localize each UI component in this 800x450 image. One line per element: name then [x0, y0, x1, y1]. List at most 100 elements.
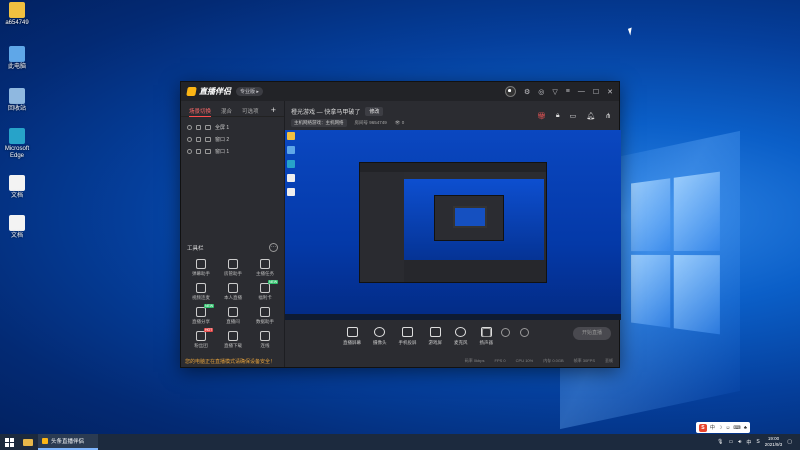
maximize-icon[interactable]: ☐: [593, 88, 599, 96]
bottom-tool-label: 游戏屏: [428, 340, 443, 345]
avatar[interactable]: [504, 86, 516, 97]
tool-icon: [228, 307, 238, 317]
edit-title-button[interactable]: 修改: [365, 107, 384, 116]
tool-item[interactable]: HOT 粉丝团: [185, 328, 217, 349]
app-taskbar-icon: [42, 438, 48, 444]
network-icon[interactable]: ▭: [728, 439, 733, 445]
tool-item[interactable]: 数据助手: [249, 307, 281, 325]
tool-icon: [228, 259, 238, 269]
phone-screen-icon: [402, 327, 413, 337]
skin-icon[interactable]: ◎: [538, 88, 544, 96]
tool-item[interactable]: 直播间: [217, 307, 249, 325]
window-icon: [205, 148, 211, 154]
tool-item[interactable]: 连线: [249, 331, 281, 349]
sidebar-tip: 您的电脑正在直播模式请确保设备安全！: [185, 359, 276, 365]
notification-icon[interactable]: ▢: [787, 439, 792, 445]
settings-icon[interactable]: ⚙: [524, 88, 530, 96]
category-selector[interactable]: 主机网络游戏：主机网络: [291, 119, 347, 127]
tool-label: 本人直播: [224, 295, 242, 300]
start-button[interactable]: [0, 434, 18, 450]
lock-icon[interactable]: 🔒︎: [556, 112, 560, 120]
more-tools-button[interactable]: ···: [269, 243, 278, 252]
lock-icon[interactable]: [196, 124, 201, 130]
scene-label: 全屏 1: [215, 124, 230, 131]
settings-gear-icon[interactable]: [520, 328, 529, 337]
toolbox-title: 工具栏: [187, 245, 204, 252]
desktop-icon-label: 文档: [10, 233, 23, 239]
tool-item[interactable]: 本人直播: [217, 283, 249, 301]
eye-icon[interactable]: [187, 124, 192, 130]
status-item: 内存 0.0GB: [543, 358, 564, 363]
mic-tray-icon[interactable]: 🎙︎: [717, 439, 723, 445]
close-icon[interactable]: ✕: [607, 88, 613, 96]
screen-capture-button[interactable]: 直播屏幕: [343, 327, 361, 346]
camera-icon: [374, 327, 386, 337]
start-live-button[interactable]: 开始直播: [573, 327, 611, 340]
tool-item[interactable]: 主播任务: [249, 259, 281, 277]
file-explorer-icon[interactable]: [18, 434, 38, 450]
tool-label: 直播下载: [224, 343, 242, 348]
taskbar: 头条直播伴侣 🎙︎ ▭ 🔊︎ 中 S 19:00 2021/9/3 ▢: [0, 434, 800, 450]
tool-item[interactable]: 房管助手: [217, 259, 249, 277]
mouse-cursor: [627, 27, 635, 36]
minimize-icon[interactable]: —: [578, 88, 585, 95]
mic-button[interactable]: 麦克风: [454, 327, 468, 346]
desktop-icon[interactable]: 回收站: [2, 88, 32, 113]
desktop-icon-label: 回收站: [7, 106, 26, 112]
tab-options[interactable]: 可选项: [242, 107, 259, 116]
comment-icon[interactable]: ▭: [570, 112, 577, 120]
tool-item[interactable]: 直播下载: [217, 331, 249, 349]
desktop-icon[interactable]: 文档: [2, 175, 32, 200]
clock[interactable]: 19:00 2021/9/3: [765, 436, 783, 448]
taskbar-app-label: 头条直播伴侣: [51, 439, 85, 445]
ime-mode[interactable]: 中: [710, 424, 715, 431]
hamburger-icon[interactable]: ≡: [566, 88, 570, 95]
tool-item[interactable]: NEW 直播分享: [185, 304, 217, 325]
sogou-tray-icon[interactable]: S: [756, 439, 759, 445]
tool-label: 视频连麦: [192, 295, 210, 300]
lock-icon[interactable]: [196, 148, 201, 154]
share-icon[interactable]: ⋔: [605, 112, 611, 120]
skin-icon[interactable]: ♣: [744, 425, 747, 431]
beauty-icon[interactable]: [501, 328, 510, 337]
moon-icon[interactable]: ☽: [718, 425, 722, 431]
scene-item[interactable]: 窗口 1: [181, 145, 284, 157]
desktop-icon[interactable]: Microsoft Edge: [2, 128, 32, 160]
tool-label: 连线: [260, 343, 270, 348]
status-item: FPS 0: [494, 358, 506, 363]
camera-button[interactable]: 摄像头: [373, 327, 387, 346]
emoji-icon[interactable]: ☺: [725, 425, 730, 431]
desktop-icon[interactable]: 文档: [2, 215, 32, 240]
add-scene-button[interactable]: +: [271, 106, 276, 116]
tool-label: 粉丝团: [194, 343, 208, 348]
gift-icon[interactable]: 🎁︎: [537, 112, 546, 120]
live-preview[interactable]: [285, 130, 621, 320]
game-button[interactable]: 游戏屏: [428, 327, 443, 346]
phone-screen-button[interactable]: 手机投屏: [399, 327, 417, 346]
title-bar[interactable]: 直播伴侣 专业版 ▸ ⚙ ◎ ▽ ≡ — ☐ ✕: [181, 82, 619, 101]
lock-icon[interactable]: [196, 136, 201, 142]
scene-item[interactable]: 窗口 2: [181, 133, 284, 145]
app-title: 直播伴侣: [199, 87, 231, 96]
tool-item[interactable]: 视频连麦: [185, 283, 217, 301]
volume-icon[interactable]: 🔊︎: [738, 439, 741, 445]
tab-scenes[interactable]: 场景切换: [189, 107, 212, 117]
edition-badge[interactable]: 专业版 ▸: [236, 87, 263, 96]
tool-item[interactable]: NEW 福利卡: [249, 280, 281, 301]
bell-icon[interactable]: 🔔︎: [586, 112, 595, 120]
tool-icon: [228, 283, 238, 293]
ime-toolbar[interactable]: S 中 ☽ ☺ ⌨ ♣: [695, 422, 750, 433]
menu-icon[interactable]: ▽: [552, 88, 557, 96]
eye-icon[interactable]: [187, 136, 192, 142]
record-icon[interactable]: [482, 328, 491, 337]
tab-mix[interactable]: 混合: [221, 107, 232, 116]
eye-icon[interactable]: [187, 148, 192, 154]
taskbar-app-item[interactable]: 头条直播伴侣: [38, 434, 98, 450]
ime-tray[interactable]: 中: [746, 439, 751, 446]
tool-item[interactable]: 弹幕助手: [185, 259, 217, 277]
desktop-icon[interactable]: 此电脑: [2, 46, 32, 71]
desktop-icon[interactable]: a654749: [2, 2, 32, 27]
scene-item[interactable]: 全屏 1: [181, 121, 284, 133]
keyboard-icon[interactable]: ⌨: [734, 425, 741, 431]
tool-icon: [196, 259, 206, 269]
